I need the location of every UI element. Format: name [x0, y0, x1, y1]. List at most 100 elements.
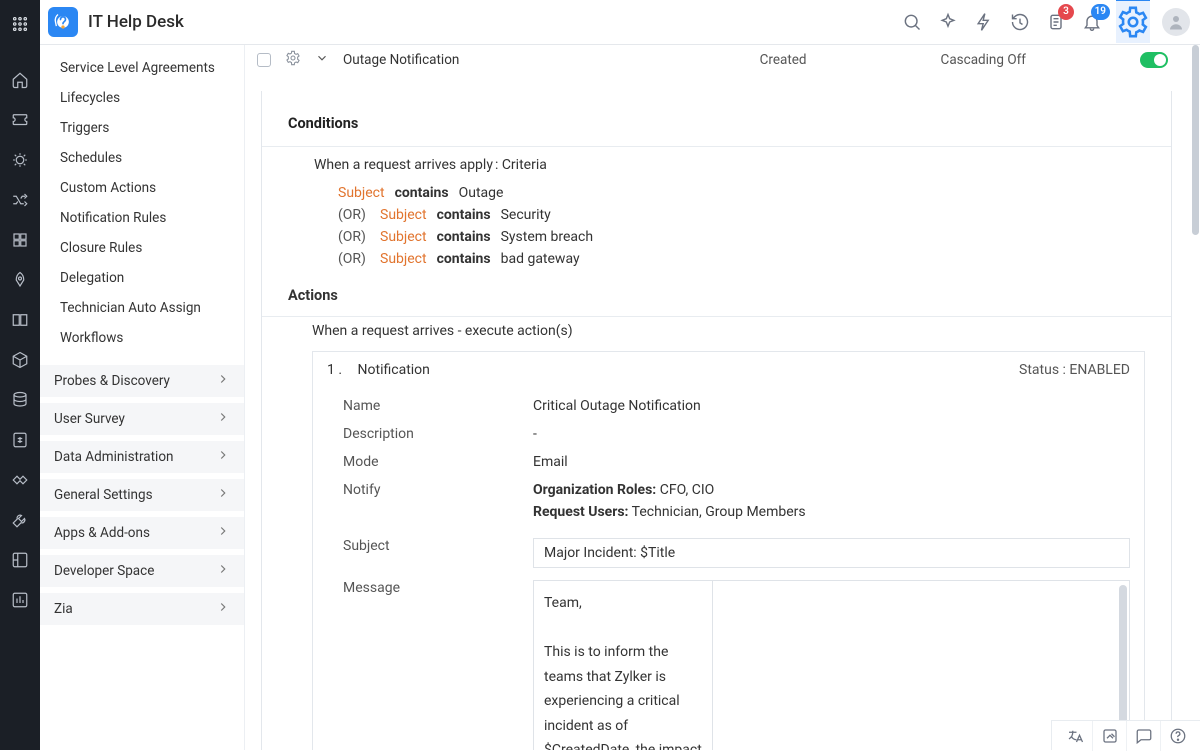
- sidebar-group-label: Apps & Add-ons: [54, 525, 150, 541]
- sidebar-item[interactable]: Schedules: [40, 143, 244, 173]
- sidebar-item[interactable]: Delegation: [40, 263, 244, 293]
- prop-desc-value: -: [533, 426, 1130, 442]
- chevron-right-icon: [216, 372, 230, 390]
- sidebar-group[interactable]: Apps & Add-ons: [40, 517, 244, 549]
- condition-row: (OR)SubjectcontainsSystem breach: [338, 229, 1145, 245]
- rule-detail-panel: Conditions When a request arrives apply:…: [261, 91, 1172, 750]
- chevron-right-icon: [216, 562, 230, 580]
- search-icon[interactable]: [900, 10, 924, 34]
- prop-subject-value[interactable]: Major Incident: $Title: [533, 538, 1130, 568]
- condition-row: (OR)Subjectcontainsbad gateway: [338, 251, 1145, 267]
- bolt-icon[interactable]: [972, 10, 996, 34]
- prop-subject-label: Subject: [343, 538, 533, 554]
- page-title: IT Help Desk: [88, 12, 184, 32]
- prop-mode-value: Email: [533, 454, 1130, 470]
- chevron-right-icon: [216, 600, 230, 618]
- sidebar-item[interactable]: Service Level Agreements: [40, 53, 244, 83]
- clipboard-badge: 3: [1058, 4, 1074, 20]
- action-title: Notification: [358, 362, 430, 378]
- wrench-icon[interactable]: [0, 504, 40, 536]
- sidebar-item[interactable]: Notification Rules: [40, 203, 244, 233]
- sidebar-group[interactable]: Developer Space: [40, 555, 244, 587]
- sidebar-item[interactable]: Custom Actions: [40, 173, 244, 203]
- shuffle-icon[interactable]: [0, 184, 40, 216]
- database-icon[interactable]: [0, 384, 40, 416]
- cube-icon[interactable]: [0, 344, 40, 376]
- rule-name[interactable]: Outage Notification: [343, 52, 459, 68]
- statusbar: [1051, 720, 1200, 750]
- ticket-icon[interactable]: [0, 104, 40, 136]
- sidebar-group-label: General Settings: [54, 487, 153, 503]
- sparkle-icon[interactable]: [936, 10, 960, 34]
- action-item: 1 . Notification Status : ENABLED Name C…: [312, 351, 1145, 750]
- prop-notify-label: Notify: [343, 482, 533, 498]
- lang-icon[interactable]: [1058, 721, 1092, 751]
- bell-icon[interactable]: 19: [1080, 10, 1104, 34]
- rule-gear-icon[interactable]: [285, 50, 301, 70]
- sidebar-group-label: Data Administration: [54, 449, 173, 465]
- conditions-title: Conditions: [288, 115, 1145, 132]
- chevron-right-icon: [216, 448, 230, 466]
- sidebar-group-label: Zia: [54, 601, 73, 617]
- chevron-right-icon: [216, 524, 230, 542]
- prop-mode-label: Mode: [343, 454, 533, 470]
- billing-icon[interactable]: [0, 424, 40, 456]
- rocket-icon[interactable]: [0, 264, 40, 296]
- rule-summary-row: Outage Notification Created Cascading Of…: [245, 45, 1188, 75]
- topbar: IT Help Desk 3 19: [40, 0, 1200, 45]
- layout-icon[interactable]: [0, 544, 40, 576]
- sidebar-item[interactable]: Closure Rules: [40, 233, 244, 263]
- chevron-right-icon: [216, 410, 230, 428]
- sidebar-item[interactable]: Lifecycles: [40, 83, 244, 113]
- avatar[interactable]: [1162, 8, 1190, 36]
- sidebar-group[interactable]: Zia: [40, 593, 244, 625]
- actions-subtitle: When a request arrives - execute action(…: [312, 323, 1145, 339]
- book-icon[interactable]: [0, 304, 40, 336]
- sidebar-item[interactable]: Triggers: [40, 113, 244, 143]
- settings-icon[interactable]: [1116, 0, 1150, 43]
- handshake-icon[interactable]: [0, 464, 40, 496]
- sidebar-group[interactable]: General Settings: [40, 479, 244, 511]
- apps-grid-icon[interactable]: [0, 8, 40, 40]
- rule-cascade: Cascading Off: [941, 52, 1026, 68]
- sidebar-group[interactable]: Probes & Discovery: [40, 365, 244, 397]
- chat-icon[interactable]: [1126, 721, 1160, 751]
- prop-message-value[interactable]: Team, This is to inform the teams that Z…: [533, 580, 713, 750]
- sidebar-group[interactable]: Data Administration: [40, 441, 244, 473]
- prop-name-label: Name: [343, 398, 533, 414]
- clipboard-icon[interactable]: 3: [1044, 10, 1068, 34]
- bug-icon[interactable]: [0, 144, 40, 176]
- actions-title: Actions: [288, 287, 1145, 304]
- rule-enable-toggle[interactable]: [1140, 52, 1168, 68]
- sidebar-group-label: Probes & Discovery: [54, 373, 170, 389]
- rule-created-label: Created: [760, 52, 807, 68]
- sidebar-group-label: User Survey: [54, 411, 125, 427]
- condition-row: (OR)SubjectcontainsSecurity: [338, 207, 1145, 223]
- sidebar: Service Level AgreementsLifecyclesTrigge…: [40, 45, 245, 750]
- sidebar-item[interactable]: Technician Auto Assign: [40, 293, 244, 323]
- sidebar-group[interactable]: User Survey: [40, 403, 244, 435]
- home-icon[interactable]: [0, 64, 40, 96]
- sidebar-group-label: Developer Space: [54, 563, 154, 579]
- prop-name-value: Critical Outage Notification: [533, 398, 1130, 414]
- puzzle-icon[interactable]: [0, 224, 40, 256]
- note-icon[interactable]: [1092, 721, 1126, 751]
- brand-icon: [48, 7, 78, 37]
- action-index: 1 .: [327, 362, 342, 378]
- history-icon[interactable]: [1008, 10, 1032, 34]
- notify-request-users: Request Users: Technician, Group Members: [533, 504, 1130, 520]
- notify-org-roles: Organization Roles: CFO, CIO: [533, 482, 1130, 498]
- sidebar-item[interactable]: Workflows: [40, 323, 244, 353]
- bell-badge: 19: [1091, 4, 1110, 20]
- conditions-intro: When a request arrives apply: Criteria: [314, 157, 1145, 173]
- main-content: Outage Notification Created Cascading Of…: [245, 45, 1188, 750]
- collapse-icon[interactable]: [315, 51, 329, 69]
- condition-row: SubjectcontainsOutage: [338, 185, 1145, 201]
- prop-message-label: Message: [343, 580, 533, 750]
- help-icon[interactable]: [1160, 721, 1194, 751]
- chart-icon[interactable]: [0, 584, 40, 616]
- left-rail: [0, 0, 40, 750]
- main-scrollbar[interactable]: [1188, 45, 1200, 750]
- prop-desc-label: Description: [343, 426, 533, 442]
- rule-checkbox[interactable]: [257, 53, 271, 67]
